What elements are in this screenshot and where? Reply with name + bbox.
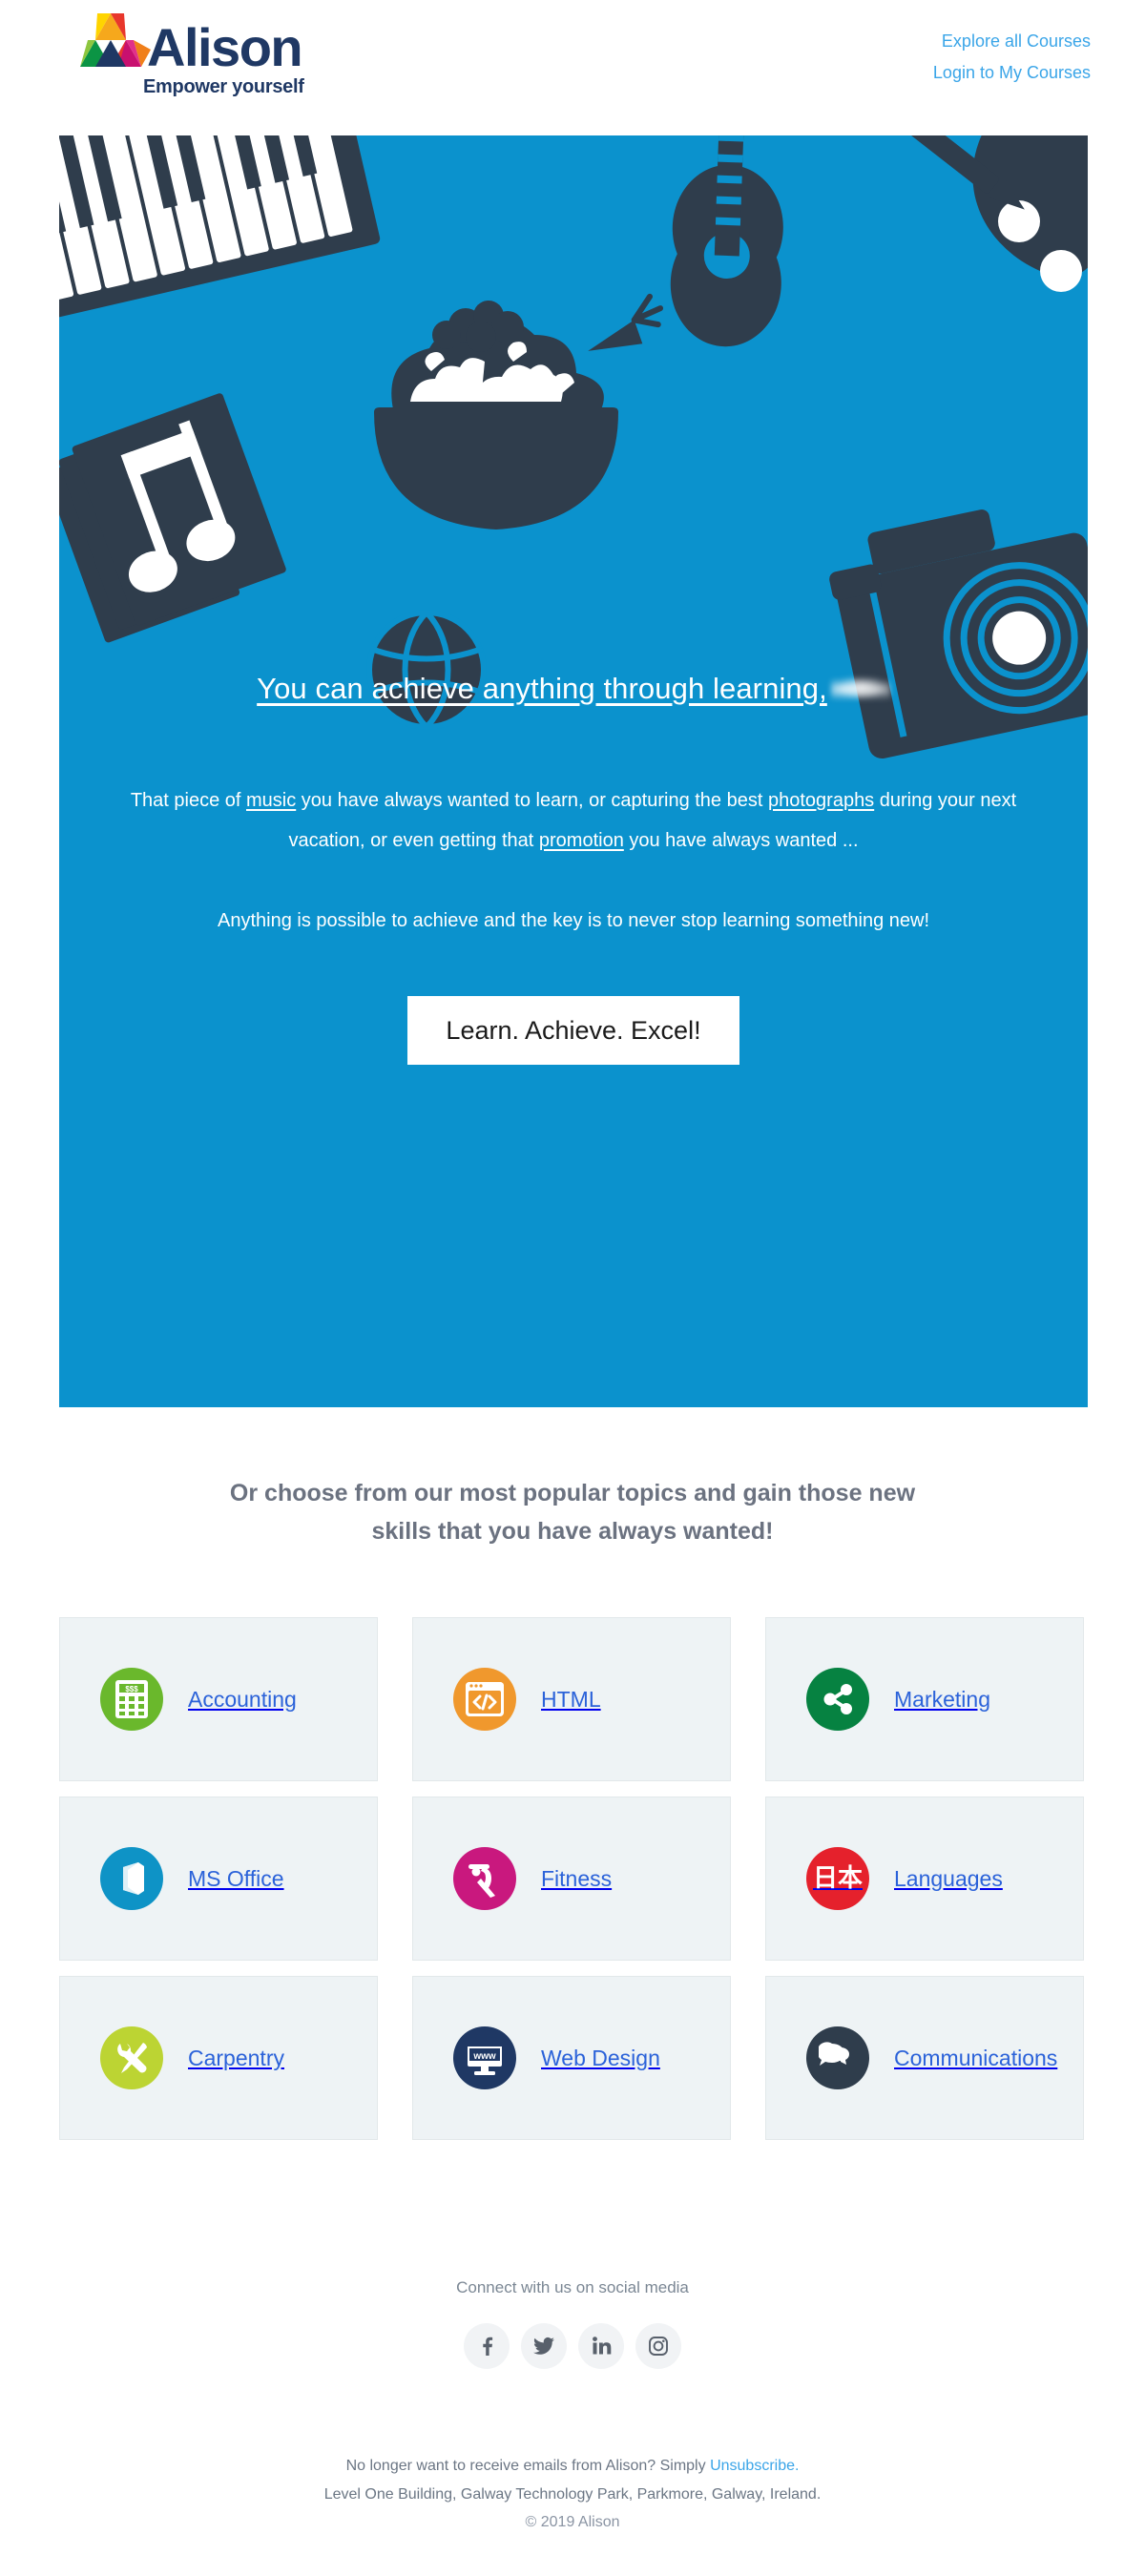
topic-label: Fitness — [541, 1865, 613, 1891]
facebook-link[interactable] — [464, 2323, 510, 2369]
linkedin-icon — [593, 2337, 612, 2355]
topics-heading: Or choose from our most popular topics a… — [0, 1474, 1145, 1550]
instagram-link[interactable] — [635, 2323, 681, 2369]
para1-part-2: you have always wanted to learn, or capt… — [296, 790, 768, 811]
wrench-screwdriver-icon — [100, 2026, 163, 2089]
speech-bubbles-icon — [806, 2026, 869, 2089]
facebook-icon — [483, 2337, 493, 2356]
header-links: Explore all Courses Login to My Courses — [933, 26, 1091, 90]
topic-tile-communications[interactable]: Communications — [765, 1976, 1084, 2140]
redacted-recipient-name — [830, 677, 890, 702]
japanese-kanji-icon: 日本 — [806, 1847, 869, 1910]
share-nodes-icon — [806, 1668, 869, 1731]
brand-logo[interactable]: Alison Empower yourself — [69, 11, 304, 98]
learn-achieve-excel-button[interactable]: Learn. Achieve. Excel! — [407, 996, 739, 1065]
hero-copy: You can achieve anything through learnin… — [59, 672, 1088, 1065]
stretching-person-icon — [453, 1847, 516, 1910]
svg-text:$$$: $$$ — [125, 1685, 138, 1693]
topics-heading-text: Or choose from our most popular topics a… — [229, 1480, 916, 1545]
topic-tile-marketing[interactable]: Marketing — [765, 1617, 1084, 1781]
svg-text:www: www — [472, 2051, 496, 2062]
copyright-notice: © 2019 Alison — [525, 2514, 620, 2531]
email-page: Alison Empower yourself Explore all Cour… — [0, 0, 1145, 2576]
topic-label: Carpentry — [188, 2045, 284, 2070]
logo-row: Alison — [69, 11, 303, 77]
hero-paragraph-2: Anything is possible to achieve and the … — [218, 910, 929, 931]
topic-label: Languages — [894, 1865, 1003, 1891]
topic-tile-languages[interactable]: 日本 Languages — [765, 1797, 1084, 1961]
unsubscribe-prefix: No longer want to receive emails from Al… — [345, 2458, 711, 2474]
para1-part-0: That piece of — [130, 790, 246, 811]
hero-title: You can achieve anything through learnin… — [126, 672, 1021, 706]
topic-tile-ms-office[interactable]: MS Office — [59, 1797, 378, 1961]
login-to-my-courses-link[interactable]: Login to My Courses — [933, 57, 1091, 89]
topics-grid: $$$ Accounting HTML Marketing MS Office … — [59, 1617, 1088, 2140]
topic-tile-carpentry[interactable]: Carpentry — [59, 1976, 378, 2140]
brand-name: Alison — [147, 16, 303, 77]
topic-tile-fitness[interactable]: Fitness — [412, 1797, 731, 1961]
twitter-icon — [533, 2337, 554, 2355]
topic-label: Communications — [894, 2045, 1058, 2070]
hero-title-text: You can achieve anything through learnin… — [257, 672, 827, 705]
music-link[interactable]: music — [246, 790, 296, 811]
unsubscribe-line: No longer want to receive emails from Al… — [0, 2452, 1145, 2481]
ms-office-icon — [100, 1847, 163, 1910]
social-links — [0, 2323, 1145, 2369]
alison-triangles-logo-icon — [80, 13, 151, 67]
photographs-link[interactable]: photographs — [768, 790, 874, 811]
social-heading: Connect with us on social media — [456, 2278, 689, 2296]
brand-tagline: Empower yourself — [143, 76, 304, 97]
twitter-link[interactable] — [521, 2323, 567, 2369]
company-address: Level One Building, Galway Technology Pa… — [323, 2485, 822, 2503]
topic-label: HTML — [541, 1686, 601, 1712]
promotion-link[interactable]: promotion — [539, 830, 624, 851]
para1-part-6: you have always wanted ... — [623, 830, 859, 851]
instagram-icon — [649, 2337, 668, 2356]
topic-tile-accounting[interactable]: $$$ Accounting — [59, 1617, 378, 1781]
calculator-icon: $$$ — [100, 1668, 163, 1731]
unsubscribe-link[interactable]: Unsubscribe. — [710, 2458, 799, 2474]
topic-label: MS Office — [188, 1865, 284, 1891]
topic-tile-web-design[interactable]: www Web Design — [412, 1976, 731, 2140]
topic-tile-html[interactable]: HTML — [412, 1617, 731, 1781]
topic-label: Marketing — [894, 1686, 990, 1712]
japanese-kanji-glyph: 日本 — [812, 1864, 863, 1893]
explore-all-courses-link[interactable]: Explore all Courses — [933, 26, 1091, 57]
monitor-www-icon: www — [453, 2026, 516, 2089]
hero-banner: You can achieve anything through learnin… — [59, 135, 1088, 1407]
code-window-icon — [453, 1668, 516, 1731]
page-header: Alison Empower yourself Explore all Cour… — [0, 0, 1145, 134]
topic-label: Web Design — [541, 2045, 660, 2070]
page-footer: No longer want to receive emails from Al… — [0, 2452, 1145, 2537]
hero-paragraph-1: That piece of music you have always want… — [126, 780, 1021, 861]
linkedin-link[interactable] — [578, 2323, 624, 2369]
topic-label: Accounting — [188, 1686, 297, 1712]
